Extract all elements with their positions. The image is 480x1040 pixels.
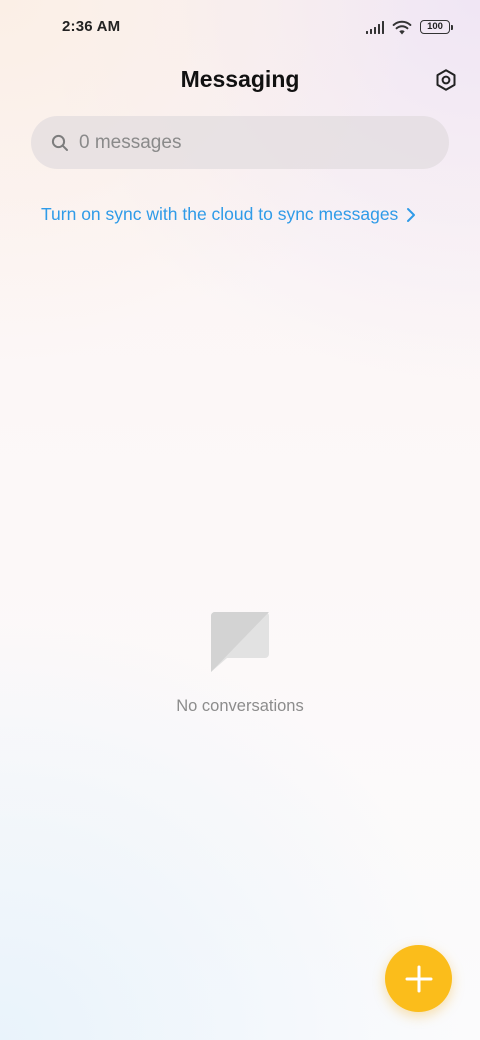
search-bar[interactable] xyxy=(31,116,449,169)
status-time: 2:36 AM xyxy=(62,18,121,35)
battery-icon: 100 xyxy=(420,20,453,34)
search-icon xyxy=(49,132,71,154)
page-title: Messaging xyxy=(180,66,300,92)
wifi-icon xyxy=(392,20,412,34)
gear-icon xyxy=(436,69,456,91)
plus-icon xyxy=(405,965,432,992)
conversation-placeholder-icon xyxy=(211,612,269,672)
sync-cloud-link[interactable]: Turn on sync with the cloud to sync mess… xyxy=(41,204,416,225)
chevron-right-icon xyxy=(407,207,416,222)
battery-level: 100 xyxy=(427,21,443,33)
status-bar: 2:36 AM 100 xyxy=(0,0,480,56)
sync-link-label: Turn on sync with the cloud to sync mess… xyxy=(41,204,399,224)
settings-button[interactable] xyxy=(432,66,460,94)
status-icons: 100 xyxy=(365,18,453,36)
empty-state-text: No conversations xyxy=(176,697,304,715)
signal-icon xyxy=(365,20,384,34)
search-input[interactable] xyxy=(79,131,449,154)
new-message-button[interactable] xyxy=(385,945,452,1012)
